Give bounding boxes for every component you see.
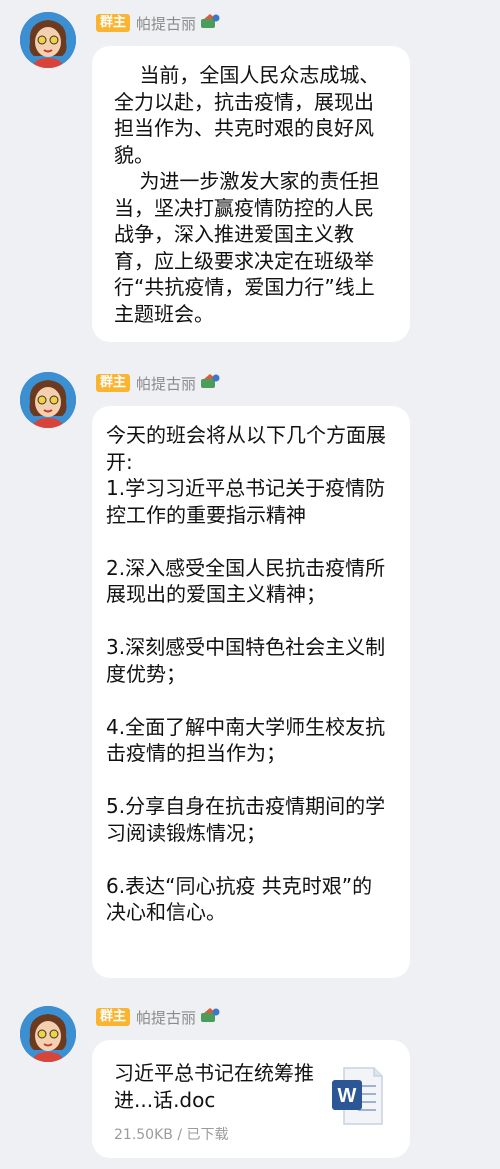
- message-paragraph: ​: [106, 687, 392, 714]
- message-bubble[interactable]: 今天的班会将从以下几个方面展开: 1.学习习近平总书记关于疫情防控工作的重要指示…: [92, 406, 410, 978]
- message-paragraph: 6.表达“同心抗疫 共克时艰”的决心和信心。: [106, 873, 373, 925]
- avatar[interactable]: [20, 372, 76, 428]
- file-meta-separator: /: [172, 1127, 187, 1143]
- avatar-image: [20, 12, 76, 68]
- message-paragraph: ​: [106, 846, 392, 873]
- svg-text:W: W: [338, 1085, 357, 1107]
- file-message[interactable]: 习近平总书记在统筹推进...话.doc 21.50KB / 已下载 W: [92, 1040, 410, 1158]
- message-paragraph: ​: [106, 767, 392, 794]
- download-status: 已下载: [186, 1127, 229, 1143]
- message-paragraph: ​: [106, 608, 392, 635]
- file-size: 21.50KB: [114, 1127, 173, 1143]
- file-meta: 21.50KB / 已下载: [114, 1124, 229, 1144]
- message-bubble[interactable]: 当前，全国人民众志成城、全力以赴，抗击疫情，展现出担当作为、共克时艰的良好风貌。…: [92, 46, 410, 342]
- message-paragraph: 1.学习习近平总书记关于疫情防控工作的重要指示精神: [106, 476, 386, 527]
- message-paragraph: 当前，全国人民众志成城、全力以赴，抗击疫情，展现出担当作为、共克时艰的良好风貌。: [114, 63, 380, 167]
- sender-name[interactable]: 帕提古丽: [136, 13, 196, 34]
- message-header: 群主 帕提古丽: [96, 1006, 220, 1028]
- message-paragraph: 为进一步激发大家的责任担当，坚决打赢疫情防控的人民战争，深入推进爱国主义教育，应…: [114, 169, 380, 326]
- avatar-image: [20, 372, 76, 428]
- word-doc-icon: W: [330, 1066, 384, 1130]
- level-badge-icon: [200, 13, 220, 33]
- message-paragraph: 2.深入感受全国人民抗击疫情所展现出的爱国主义精神；: [106, 555, 386, 607]
- message-paragraph: ​: [106, 528, 392, 555]
- sender-name[interactable]: 帕提古丽: [136, 373, 196, 394]
- message-header: 群主 帕提古丽: [96, 12, 220, 34]
- message-header: 群主 帕提古丽: [96, 372, 220, 394]
- file-name: 习近平总书记在统筹推进...话.doc: [114, 1061, 314, 1112]
- avatar[interactable]: [20, 1006, 76, 1062]
- owner-badge: 群主: [96, 374, 131, 392]
- message-paragraph: 3.深刻感受中国特色社会主义制度优势；: [106, 635, 386, 686]
- message-paragraph: 4.全面了解中南大学师生校友抗击疫情的担当作为；: [106, 714, 386, 766]
- avatar-image: [20, 1006, 76, 1062]
- avatar[interactable]: [20, 12, 76, 68]
- level-badge-icon: [200, 373, 220, 393]
- sender-name[interactable]: 帕提古丽: [136, 1007, 196, 1028]
- owner-badge: 群主: [96, 1008, 131, 1026]
- message-paragraph: 今天的班会将从以下几个方面展开:: [106, 423, 386, 474]
- owner-badge: 群主: [96, 14, 131, 32]
- level-badge-icon: [200, 1007, 220, 1027]
- message-paragraph: 5.分享自身在抗击疫情期间的学习阅读锻炼情况；: [106, 794, 386, 845]
